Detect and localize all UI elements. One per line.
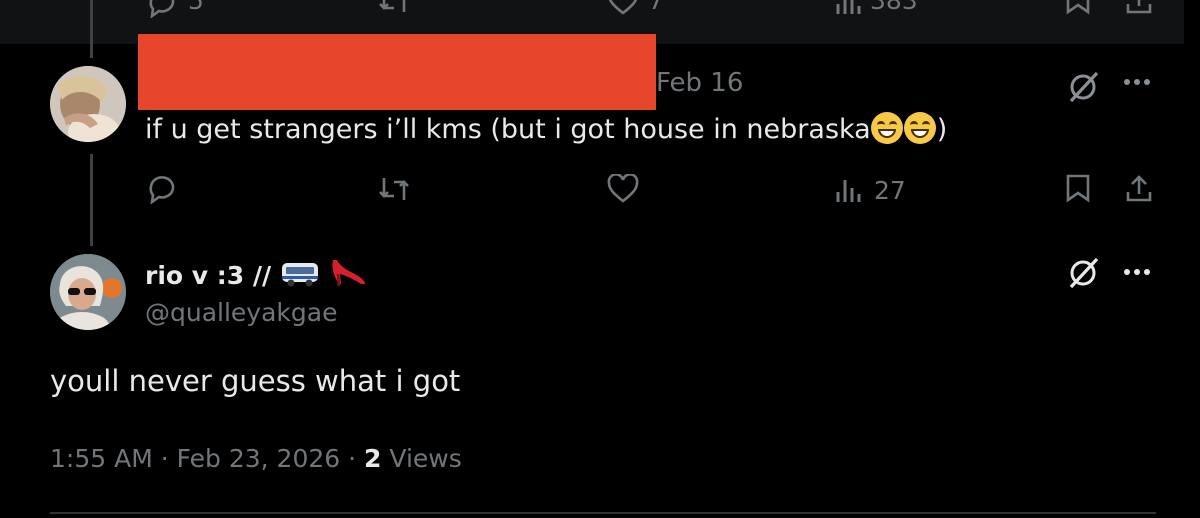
top-view-count: 383 — [870, 0, 918, 15]
reply-view-count: 27 — [874, 176, 906, 205]
grok-icon[interactable] — [1066, 256, 1102, 290]
retweet-icon[interactable] — [376, 174, 412, 204]
meta-separator: · — [348, 444, 357, 473]
thread-line — [90, 0, 93, 58]
grinning-face-emoji — [903, 112, 936, 144]
reply-text-suffix: ) — [936, 114, 948, 145]
grinning-face-emoji — [870, 112, 903, 144]
grok-icon[interactable] — [1066, 70, 1102, 104]
reply-avatar-image — [50, 66, 126, 142]
redacted-name-block — [138, 34, 656, 110]
share-icon[interactable] — [1124, 0, 1154, 16]
tweet-meta: 1:55 AM · Feb 23, 2026 · 2 Views — [50, 444, 462, 473]
meta-separator: · — [160, 444, 169, 473]
user-handle[interactable]: @qualleyakgae — [145, 298, 337, 327]
main-avatar[interactable] — [50, 254, 126, 330]
share-icon[interactable] — [1124, 174, 1154, 204]
views-label: Views — [389, 444, 462, 473]
reply-text: if u get strangers i’ll kms (but i got h… — [145, 112, 947, 145]
views-count: 2 — [364, 444, 382, 473]
views-icon[interactable] — [834, 174, 864, 204]
like-icon[interactable] — [606, 174, 640, 204]
bookmark-icon[interactable] — [1064, 174, 1092, 204]
views-icon[interactable] — [834, 0, 864, 16]
top-reply-count: 5 — [188, 0, 204, 15]
tweet-text: youll never guess what i got — [50, 364, 461, 398]
retweet-icon[interactable] — [376, 0, 412, 16]
reply-date[interactable]: Feb 16 — [656, 68, 743, 98]
thread-line — [90, 154, 93, 246]
more-icon[interactable] — [1122, 76, 1152, 88]
display-name[interactable]: rio v :3 // — [145, 261, 271, 290]
divider — [50, 512, 1156, 514]
high-heel-emoji — [327, 256, 367, 292]
reply-text-content: if u get strangers i’ll kms (but i got h… — [145, 114, 871, 145]
main-avatar-image — [50, 254, 126, 330]
author-line[interactable]: rio v :3 // — [145, 256, 367, 292]
more-icon[interactable] — [1122, 266, 1152, 278]
tweet-date[interactable]: Feb 23, 2026 — [177, 444, 341, 473]
comment-icon[interactable] — [146, 0, 178, 18]
reply-avatar[interactable] — [50, 66, 126, 142]
like-icon[interactable] — [606, 0, 640, 16]
top-like-count: 7 — [648, 0, 664, 15]
bookmark-icon[interactable] — [1064, 0, 1092, 16]
tweet-time[interactable]: 1:55 AM — [50, 444, 153, 473]
bus-emoji — [280, 260, 320, 292]
comment-icon[interactable] — [146, 174, 178, 204]
